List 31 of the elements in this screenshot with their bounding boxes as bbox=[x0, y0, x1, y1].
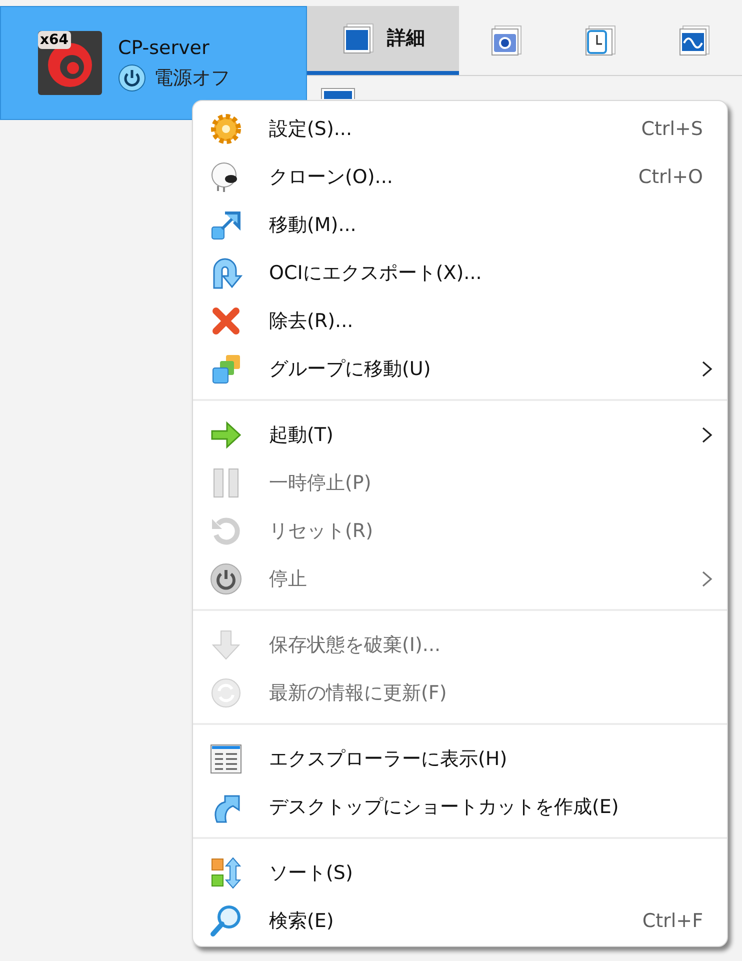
menu-item[interactable]: ソート(S) bbox=[193, 849, 727, 897]
power-icon bbox=[118, 64, 146, 92]
gear-icon bbox=[209, 112, 243, 146]
menu-item[interactable]: 起動(T) bbox=[193, 411, 727, 459]
menu-item[interactable]: OCIにエクスポート(X)... bbox=[193, 249, 727, 297]
menu-item[interactable]: 検索(E) Ctrl+F bbox=[193, 897, 727, 945]
arch-label: x64 bbox=[38, 31, 71, 49]
camera-icon bbox=[489, 24, 523, 58]
os-logo-icon bbox=[38, 31, 102, 95]
waveform-icon bbox=[677, 24, 711, 58]
search-icon bbox=[209, 904, 243, 938]
list-window-icon bbox=[209, 742, 243, 776]
toolbar-tab[interactable]: 詳細 bbox=[307, 6, 459, 75]
vm-list-item[interactable]: x64 CP-server 電源オフ bbox=[0, 6, 307, 120]
refresh-icon bbox=[209, 676, 243, 710]
menu-item[interactable]: 移動(M)... bbox=[193, 201, 727, 249]
clock-icon bbox=[583, 24, 617, 58]
menu-item[interactable]: 除去(R)... bbox=[193, 297, 727, 345]
down-arrow-icon bbox=[209, 628, 243, 662]
monitor-icon bbox=[341, 22, 375, 56]
shortcut-label: Ctrl+O bbox=[638, 164, 703, 190]
power-icon bbox=[209, 562, 243, 596]
vm-name: CP-server bbox=[118, 36, 210, 60]
menu-item[interactable]: グループに移動(U) bbox=[193, 345, 727, 393]
menu-item[interactable]: デスクトップにショートカットを作成(E) bbox=[193, 783, 727, 831]
shortcut-label: Ctrl+F bbox=[642, 908, 703, 934]
menu-item[interactable]: エクスプローラーに表示(H) bbox=[193, 735, 727, 783]
menu-item[interactable]: クローン(O)... Ctrl+O bbox=[193, 153, 727, 201]
sort-icon bbox=[209, 856, 243, 890]
shortcut-label: Ctrl+S bbox=[641, 116, 703, 142]
vm-state: 電源オフ bbox=[154, 66, 230, 91]
